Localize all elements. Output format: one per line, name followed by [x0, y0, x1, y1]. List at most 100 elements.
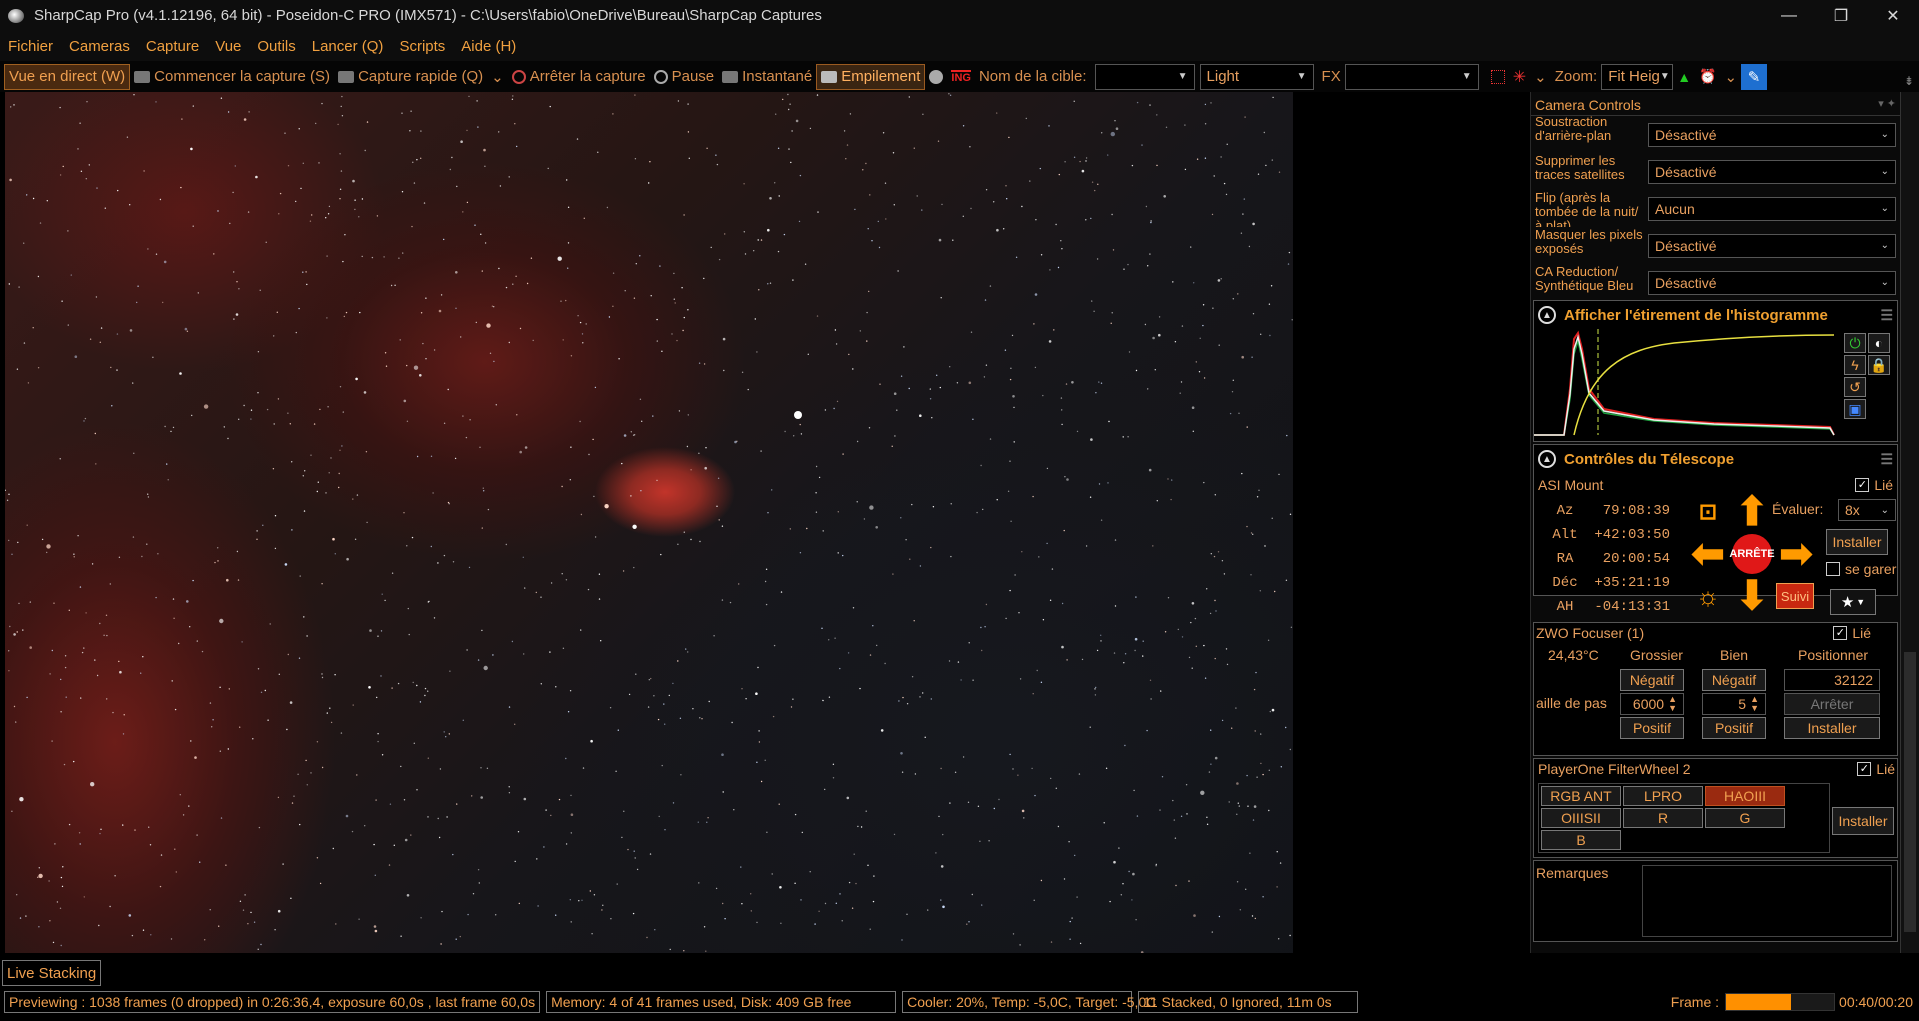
cc-combo[interactable]: Désactivé ⌄ [1648, 233, 1896, 258]
arrow-right-icon[interactable]: ➡ [1774, 532, 1818, 576]
telescope-header[interactable]: ▲ Contrôles du Télescope ☰ [1534, 445, 1897, 473]
stop-slew-button[interactable]: ARRÊTE [1729, 533, 1775, 575]
power-icon[interactable]: ⏻ [1844, 333, 1866, 353]
start-capture-button[interactable]: Commencer la capture (S) [130, 64, 334, 90]
park-checkbox[interactable]: se garer [1826, 561, 1896, 577]
memory-text: Memory: 4 of 41 frames used, Disk: 409 G… [551, 994, 852, 1010]
filter-button[interactable]: R [1623, 808, 1703, 828]
filter-button[interactable]: B [1541, 830, 1621, 850]
coord-value: +35:21:19 [1594, 575, 1670, 591]
menu-icon[interactable]: ☰ [1880, 451, 1893, 468]
crosshair-button[interactable]: ✳ [1509, 64, 1530, 90]
filter-button[interactable]: G [1705, 808, 1785, 828]
minimize-button[interactable]: — [1763, 0, 1815, 31]
quick-capture-button[interactable]: Capture rapide (Q) [334, 64, 487, 90]
zoom-combo[interactable]: Fit Heig ▼ [1601, 63, 1674, 90]
coarse-step-input[interactable]: 6000 ▲ ▼ [1620, 693, 1684, 715]
stacking-button[interactable]: Empilement [816, 63, 926, 90]
target-name-combo[interactable]: ▼ [1094, 63, 1195, 90]
focuser-stop-button[interactable]: Arrêter [1784, 693, 1880, 715]
pin-icon[interactable]: ▾ ✦ [1878, 97, 1896, 110]
quick-capture-label: Capture rapide (Q) [358, 68, 484, 85]
collapse-icon[interactable]: ▲ [1538, 450, 1556, 468]
tools-dropdown[interactable]: ⌄ [1721, 64, 1742, 90]
menu-lancer[interactable]: Lancer (Q) [304, 38, 392, 55]
save-icon[interactable]: ▣ [1844, 399, 1866, 419]
filterwheel-install-button[interactable]: Installer [1832, 807, 1894, 835]
stop-capture-button[interactable]: Arrêter la capture [508, 64, 650, 90]
fine-negative-button[interactable]: Négatif [1702, 669, 1766, 691]
dark-frame-button[interactable]: ING [947, 64, 975, 90]
alarm-icon: ⏰ [1699, 68, 1717, 84]
live-stacking-tab[interactable]: Live Stacking [2, 960, 102, 986]
histogram-button[interactable]: ▲ [1673, 64, 1695, 90]
filter-button-selected[interactable]: HAOIII [1705, 786, 1785, 806]
histogram-tools: ⏻ ◐ ϟ 🔒 ↺ ▣ [1844, 333, 1890, 419]
cc-combo[interactable]: Aucun ⌄ [1648, 196, 1896, 221]
filterwheel-linked[interactable]: ✓ Lié [1857, 761, 1895, 777]
star-dropdown[interactable]: ★ ▼ [1830, 589, 1876, 615]
reticle-button[interactable] [1487, 64, 1509, 90]
coarse-negative-button[interactable]: Négatif [1620, 669, 1684, 691]
snapshot-button[interactable]: Instantané [718, 64, 816, 90]
spin-icon[interactable]: ▲ ▼ [1750, 695, 1759, 713]
menu-icon[interactable]: ☰ [1880, 307, 1893, 324]
menu-outils[interactable]: Outils [249, 38, 303, 55]
cc-combo[interactable]: Désactivé ⌄ [1648, 159, 1896, 184]
arrow-up-icon[interactable]: ⬆ [1730, 490, 1774, 534]
cc-combo[interactable]: Désactivé ⌄ [1648, 122, 1896, 147]
fx-combo[interactable]: ▼ [1344, 63, 1479, 90]
image-viewport[interactable] [5, 92, 1293, 953]
alarm-button[interactable]: ⏰ [1695, 64, 1720, 90]
fine-step-input[interactable]: 5 ▲ ▼ [1702, 693, 1766, 715]
focuser-install-button[interactable]: Installer [1784, 717, 1880, 739]
mount-install-button[interactable]: Installer [1826, 529, 1888, 555]
menu-scripts[interactable]: Scripts [391, 38, 453, 55]
goto-home-icon[interactable]: ⊡ [1686, 491, 1730, 533]
cc-combo[interactable]: Désactivé ⌄ [1648, 270, 1896, 295]
filter-button[interactable]: OIIISII [1541, 808, 1621, 828]
live-view-button[interactable]: Vue en direct (W) [4, 63, 131, 90]
menu-vue[interactable]: Vue [207, 38, 249, 55]
reset-icon[interactable]: ↺ [1844, 377, 1866, 397]
sync-icon[interactable]: ☼ [1686, 575, 1730, 617]
side-panel-scrollbar[interactable] [1900, 92, 1919, 953]
step-size-label: aille de pas [1536, 695, 1607, 711]
mount-linked[interactable]: ✓ Lié [1855, 477, 1893, 493]
toolbar-overflow-icon[interactable]: ⇟ [1904, 74, 1914, 88]
lock-icon[interactable]: 🔒 [1868, 355, 1890, 375]
histogram-header[interactable]: ▲ Afficher l'étirement de l'histogramme … [1534, 301, 1897, 329]
menu-cameras[interactable]: Cameras [61, 38, 138, 55]
menu-fichier[interactable]: Fichier [0, 38, 61, 55]
tracking-button[interactable]: Suivi [1776, 583, 1814, 609]
histogram-plot[interactable] [1534, 329, 1839, 437]
capture-dropdown-button[interactable]: ⌄ [487, 64, 508, 90]
pin-button[interactable]: ✎ [1741, 63, 1768, 90]
lightning-icon[interactable]: ϟ [1844, 355, 1866, 375]
position-input[interactable]: 32122 [1784, 669, 1880, 691]
arrow-left-icon[interactable]: ⬅ [1686, 532, 1730, 576]
menu-aide[interactable]: Aide (H) [453, 38, 524, 55]
coarse-positive-button[interactable]: Positif [1620, 717, 1684, 739]
fine-positive-button[interactable]: Positif [1702, 717, 1766, 739]
filter-button[interactable]: LPRO [1623, 786, 1703, 806]
close-button[interactable]: ✕ [1867, 0, 1919, 31]
pause-button[interactable]: Pause [650, 64, 719, 90]
menu-capture[interactable]: Capture [138, 38, 207, 55]
collapse-icon[interactable]: ▲ [1538, 306, 1556, 324]
maximize-button[interactable]: ❐ [1815, 0, 1867, 31]
filter-button[interactable]: RGB ANT [1541, 786, 1621, 806]
frame-type-combo[interactable]: Light ▼ [1199, 63, 1314, 90]
contrast-icon[interactable]: ◐ [1868, 333, 1890, 353]
scrollbar-thumb[interactable] [1904, 652, 1916, 932]
focuser-linked[interactable]: ✓ Lié [1833, 625, 1871, 641]
overlay-dropdown[interactable]: ⌄ [1530, 64, 1551, 90]
target-label-text: Nom de la cible: [978, 68, 1087, 85]
rate-combo[interactable]: 8x ⌄ [1838, 499, 1896, 521]
moon-button[interactable] [925, 64, 947, 90]
spin-icon[interactable]: ▲ ▼ [1668, 695, 1677, 713]
coarse-step-value: 6000 [1632, 696, 1665, 712]
arrow-down-icon[interactable]: ⬇ [1730, 574, 1774, 618]
notes-textarea[interactable] [1642, 865, 1892, 937]
chevron-down-icon: ⌄ [1724, 68, 1738, 86]
